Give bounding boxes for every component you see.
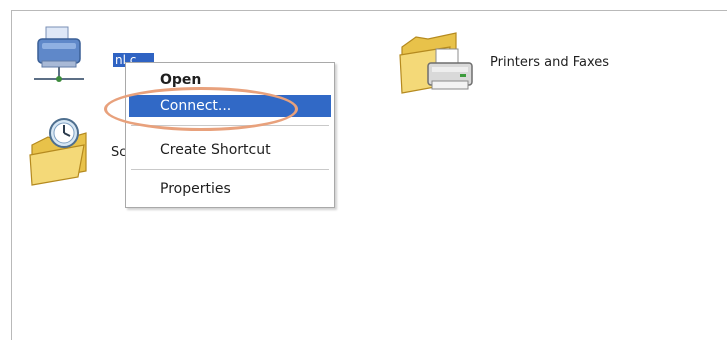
menu-item-create-shortcut[interactable]: Create Shortcut: [129, 139, 331, 161]
menu-separator: [131, 169, 329, 170]
explorer-content-pane: nl.c.... Sc Printers and Faxes: [11, 10, 727, 340]
menu-item-properties[interactable]: Properties: [129, 178, 331, 200]
menu-item-open[interactable]: Open: [129, 69, 331, 91]
printers-and-faxes-folder-icon: [399, 32, 473, 94]
printers-and-faxes-label[interactable]: Printers and Faxes: [490, 55, 609, 70]
context-menu: Open Connect... Create Shortcut Properti…: [125, 62, 335, 208]
scheduled-tasks-folder-icon: [29, 118, 87, 186]
menu-separator: [131, 125, 329, 126]
scheduled-tasks-item[interactable]: [28, 115, 92, 187]
menu-item-connect[interactable]: Connect...: [129, 95, 331, 117]
printers-and-faxes-item[interactable]: [398, 25, 484, 101]
network-printer-icon: [34, 26, 84, 82]
network-printer-item[interactable]: [32, 25, 92, 85]
